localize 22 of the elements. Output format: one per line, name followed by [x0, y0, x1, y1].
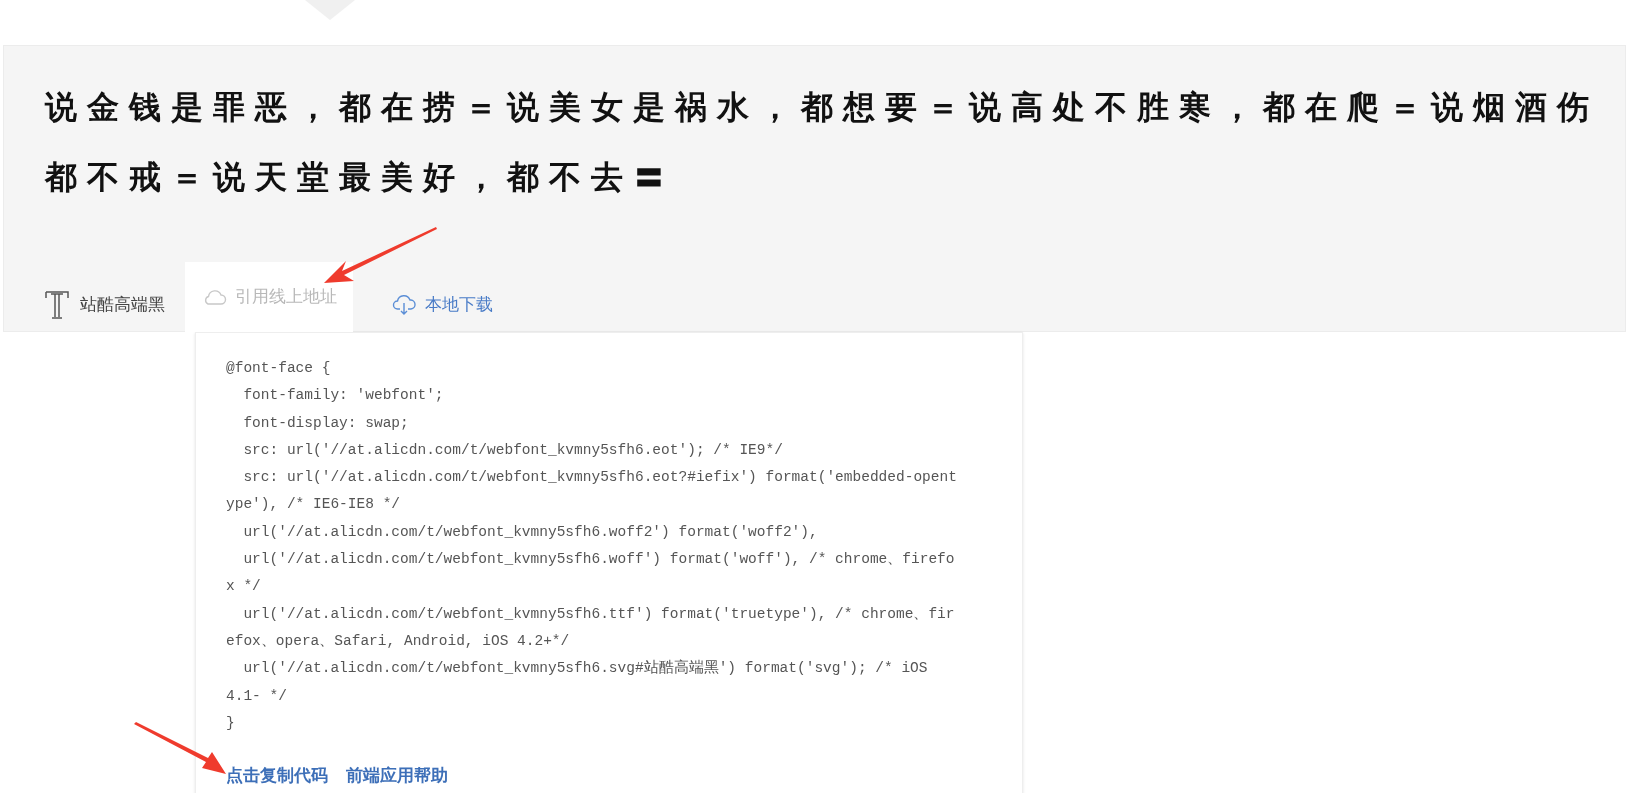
code-line: efox、opera、Safari, Android, iOS 4.2+*/: [226, 631, 571, 651]
code-line: url('//at.alicdn.com/t/webfont_kvmny5sfh6.woff') format('woff'), /* chrome、firefo: [242, 550, 956, 570]
code-line: x */: [226, 577, 262, 597]
font-icon: [44, 290, 70, 320]
code-line: url('//at.alicdn.com/t/webfont_kvmny5sfh6.woff2') format('woff2'),: [242, 522, 819, 542]
code-line: src: url('//at.alicdn.com/t/webfont_kvmny5sfh6.eot?#iefix') format('embedded-opent: [242, 468, 958, 488]
code-line: ype'), /* IE6-IE8 */: [226, 495, 402, 515]
cloud-download-icon: [391, 294, 417, 316]
link[interactable]: 前端应用帮助: [346, 763, 448, 789]
code-line: font-family: 'webfont';: [242, 386, 445, 406]
code-line: src: url('//at.alicdn.com/t/webfont_kvmny5sfh6.eot'); /* IE9*/: [242, 440, 784, 460]
code-line: url('//at.alicdn.com/t/webfont_kvmny5sfh6.ttf') format('truetype'), /* chrome、fir: [242, 604, 956, 624]
preview-text: 都不戒＝说天堂最美好，都不去〓: [45, 158, 676, 197]
font-name: 站酷高端黑: [80, 294, 165, 317]
code-line: 4.1- */: [226, 686, 288, 706]
tab[interactable]: 本地下载: [353, 279, 531, 331]
preview-text: 说金钱是罪恶，都在捞＝说美女是祸水，都想要＝说高处不胜寒，都在爬＝说烟酒伤: [45, 88, 1600, 127]
link[interactable]: 点击复制代码: [226, 763, 328, 789]
code-line: font-display: swap;: [242, 413, 410, 433]
code-line: url('//at.alicdn.com/t/webfont_kvmny5sfh6.svg#站酷高端黑') format('svg'); /* iOS: [242, 658, 929, 679]
code-line: @font-face {: [226, 359, 332, 378]
code-line: }: [226, 713, 236, 733]
